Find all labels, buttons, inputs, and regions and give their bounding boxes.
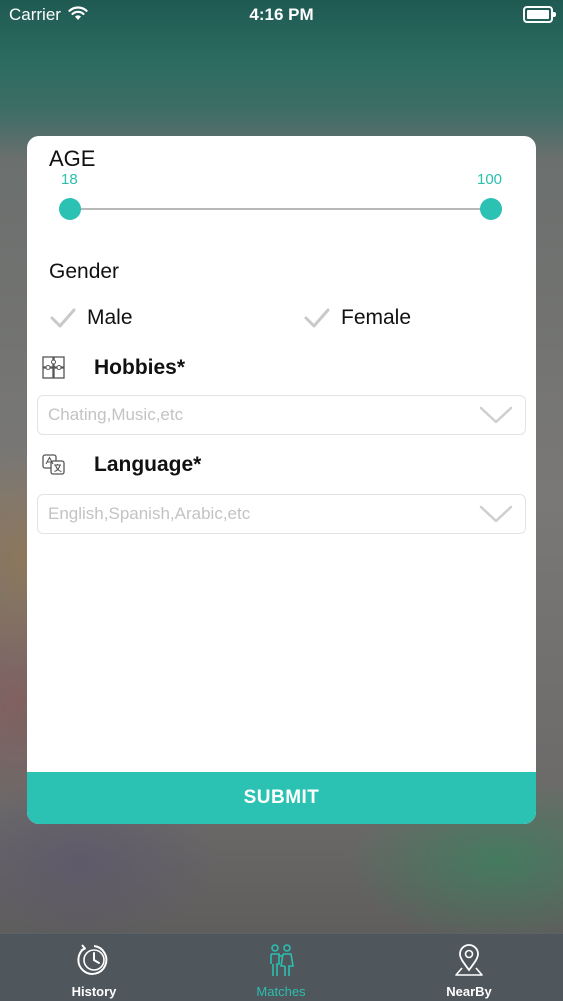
age-max-value: 100 <box>477 171 503 188</box>
gender-option-label: Female <box>341 306 412 329</box>
hobbies-select[interactable]: Chating,Music,etc <box>37 395 526 435</box>
age-title: AGE <box>49 146 96 171</box>
age-min-handle[interactable] <box>59 198 81 220</box>
chevron-down-icon <box>479 505 513 523</box>
age-range-slider-track[interactable] <box>70 208 492 210</box>
tab-nearby[interactable]: NearBy <box>375 934 563 1001</box>
battery-icon <box>523 6 556 23</box>
hobbies-placeholder: Chating,Music,etc <box>48 405 184 424</box>
gender-option-male[interactable]: Male <box>49 304 133 332</box>
hobbies-header: Hobbies* <box>41 352 185 384</box>
language-header: Language* <box>41 449 201 481</box>
gender-option-label: Male <box>87 306 133 329</box>
chevron-down-icon <box>479 406 513 424</box>
status-bar: Carrier 4:16 PM <box>0 0 563 30</box>
history-clock-icon <box>77 944 108 975</box>
filter-dialog: AGE 18 100 Gender Male Female Hobbies* C… <box>27 136 536 824</box>
submit-button[interactable]: SUBMIT <box>27 772 536 824</box>
tab-label: History <box>71 984 117 999</box>
tab-label: Matches <box>256 984 306 999</box>
tab-matches[interactable]: Matches <box>187 934 375 1001</box>
puzzle-icon <box>42 356 65 379</box>
tab-label: NearBy <box>446 984 492 999</box>
location-pin-icon <box>455 944 483 976</box>
age-min-value: 18 <box>61 171 78 188</box>
gender-title: Gender <box>49 260 120 283</box>
check-icon <box>304 308 330 328</box>
gender-option-female[interactable]: Female <box>303 304 411 332</box>
language-placeholder: English,Spanish,Arabic,etc <box>48 504 251 523</box>
language-label: Language* <box>94 453 202 476</box>
tab-history[interactable]: History <box>0 934 188 1001</box>
language-select[interactable]: English,Spanish,Arabic,etc <box>37 494 526 534</box>
check-icon <box>50 308 76 328</box>
tab-bar: History Matches NearBy <box>0 933 563 1001</box>
hobbies-label: Hobbies* <box>94 356 186 379</box>
translate-icon <box>42 454 65 475</box>
matches-couple-icon <box>270 944 294 976</box>
age-max-handle[interactable] <box>480 198 502 220</box>
clock-time: 4:16 PM <box>249 5 314 24</box>
